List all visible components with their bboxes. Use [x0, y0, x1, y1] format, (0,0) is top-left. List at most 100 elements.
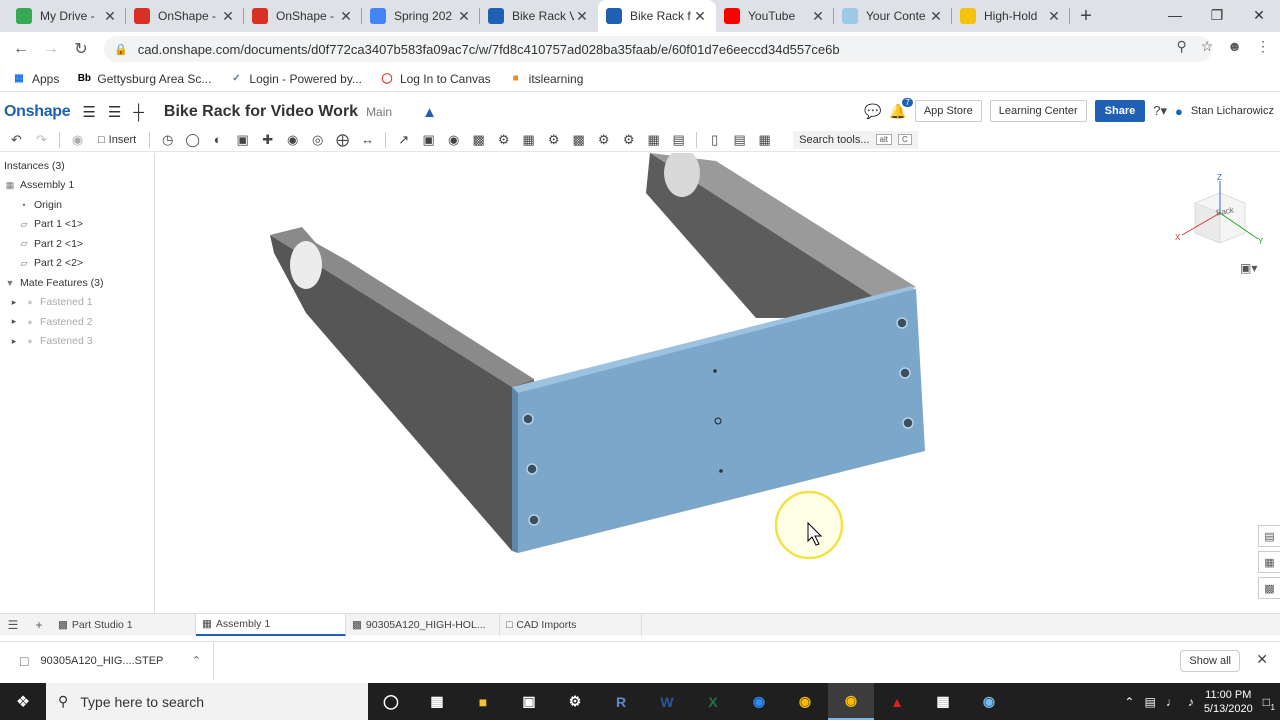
feature-list-icon[interactable]: ☰: [108, 103, 121, 121]
fastened-mate-icon[interactable]: ◯: [182, 130, 203, 150]
minimize-icon[interactable]: —: [1154, 0, 1196, 30]
close-tab-icon[interactable]: ✕: [102, 8, 118, 25]
reload-icon[interactable]: ↻: [66, 39, 96, 59]
document-title[interactable]: Bike Rack for Video Work: [164, 103, 358, 121]
excel-icon[interactable]: X: [690, 683, 736, 720]
url-field[interactable]: 🔒 cad.onshape.com/documents/d0f772ca3407…: [104, 36, 1212, 62]
action-center-icon[interactable]: □ 1: [1263, 695, 1275, 712]
show-all-button[interactable]: Show all: [1180, 650, 1240, 672]
browser-tab[interactable]: Bike Rack f ✕: [598, 0, 716, 32]
bom-panel-icon[interactable]: ▩: [1258, 577, 1280, 599]
tree-item-part[interactable]: ▱ Part 2 <1>: [0, 234, 154, 254]
instances-header[interactable]: Instances (3): [0, 156, 154, 176]
mate-connector-icon[interactable]: ▣: [418, 130, 439, 150]
onshape-logo[interactable]: Onshape: [4, 103, 71, 121]
element-tab[interactable]: □ CAD Imports: [500, 613, 642, 636]
notifications-icon[interactable]: 🔔 7: [889, 97, 913, 120]
browser-tab[interactable]: Your Conte ✕: [834, 0, 952, 32]
configurations-icon[interactable]: ◉: [67, 130, 88, 150]
revit-icon[interactable]: R: [598, 683, 644, 720]
gear-relation-icon[interactable]: ⚙: [493, 130, 514, 150]
element-tab[interactable]: ▦ Assembly 1: [196, 613, 346, 636]
bill-of-materials-icon[interactable]: ▤: [729, 130, 750, 150]
view-cube-menu-icon[interactable]: ▣▾: [1240, 261, 1257, 275]
close-tab-icon[interactable]: ✕: [692, 8, 708, 25]
clock[interactable]: 11:00 PM 5/13/2020: [1204, 688, 1253, 716]
share-button[interactable]: Share: [1094, 100, 1146, 122]
tree-item-mate[interactable]: ▸ ● Fastened 3: [0, 332, 154, 352]
zoom-app-icon[interactable]: ◉: [736, 683, 782, 720]
bookmark-star-icon[interactable]: ☆: [1201, 38, 1214, 55]
calculator-icon[interactable]: ▦: [920, 683, 966, 720]
cylindrical-mate-icon[interactable]: ◉: [282, 130, 303, 150]
add-tab-icon[interactable]: +: [26, 618, 52, 632]
file-explorer-icon[interactable]: ■: [460, 683, 506, 720]
browser-tab[interactable]: OnShape - ✕: [244, 0, 362, 32]
volume-icon[interactable]: ♪: [1188, 695, 1194, 709]
store-icon[interactable]: ▣: [506, 683, 552, 720]
ball-mate-icon[interactable]: ⨁: [332, 130, 353, 150]
browser-tab[interactable]: YouTube ✕: [716, 0, 834, 32]
insert-part-icon[interactable]: ┼: [133, 104, 144, 121]
hamburger-menu-icon[interactable]: ☰: [82, 103, 95, 121]
chrome-icon[interactable]: ◉: [782, 683, 828, 720]
element-tab[interactable]: ▩ 90305A120_HIGH-HOL...: [346, 613, 500, 636]
undo-icon[interactable]: ↶: [6, 130, 27, 150]
wifi-icon[interactable]: ♩: [1166, 695, 1178, 709]
redo-icon[interactable]: ↷: [31, 130, 52, 150]
revolute-mate-icon[interactable]: ◐: [207, 130, 228, 150]
chat-icon[interactable]: 💬: [864, 103, 881, 120]
browser-tab[interactable]: Bike Rack V ✕: [480, 0, 598, 32]
bookmark-item[interactable]: ◯ Log In to Canvas: [380, 72, 490, 86]
chevron-up-icon[interactable]: ⌃: [192, 654, 201, 667]
forward-arrow-icon[interactable]: →: [36, 40, 66, 58]
user-avatar-icon[interactable]: ●: [1175, 104, 1183, 119]
browser-tab[interactable]: Spring 202 ✕: [362, 0, 480, 32]
appearance-panel-icon[interactable]: ▤: [1258, 525, 1280, 547]
graduation-cap-icon[interactable]: ▲: [422, 104, 437, 121]
close-tab-icon[interactable]: ✕: [220, 8, 236, 25]
acrobat-icon[interactable]: ▲: [874, 683, 920, 720]
browser-tab[interactable]: High-Hold ✕: [952, 0, 1070, 32]
tree-item-assembly[interactable]: ▦ Assembly 1: [0, 176, 154, 196]
pattern-icon[interactable]: ▦: [643, 130, 664, 150]
browser-tab[interactable]: OnShape - ✕: [126, 0, 244, 32]
screw-relation-icon[interactable]: ⚙: [543, 130, 564, 150]
chrome-profile-icon[interactable]: ◉: [828, 683, 874, 720]
tree-item-origin[interactable]: • Origin: [0, 195, 154, 215]
bookmark-item[interactable]: ✓ Login - Powered by...: [229, 72, 362, 86]
recorder-icon[interactable]: ◉: [966, 683, 1012, 720]
bookmark-item[interactable]: ■ itslearning: [509, 72, 584, 86]
chevron-right-icon[interactable]: ▸: [8, 316, 20, 327]
bookmark-item[interactable]: Bb Gettysburg Area Sc...: [77, 72, 212, 86]
parallel-mate-icon[interactable]: ↔: [357, 130, 378, 150]
close-tab-icon[interactable]: ✕: [574, 8, 590, 25]
configuration-panel-icon[interactable]: ▦: [1258, 551, 1280, 573]
zoom-icon[interactable]: ⚲: [1176, 38, 1186, 55]
new-tab-button[interactable]: +: [1070, 0, 1102, 32]
measure-icon[interactable]: ▯: [704, 130, 725, 150]
help-icon[interactable]: ?▾: [1153, 103, 1167, 119]
profile-avatar-icon[interactable]: ☻: [1227, 38, 1242, 55]
close-tab-icon[interactable]: ✕: [1046, 8, 1062, 25]
tree-item-part[interactable]: ▱ Part 2 <2>: [0, 254, 154, 274]
relation-icon[interactable]: ▩: [468, 130, 489, 150]
assembly-model[interactable]: [156, 153, 1280, 613]
back-arrow-icon[interactable]: ←: [6, 40, 36, 58]
animate-icon[interactable]: ▦: [754, 130, 775, 150]
close-download-bar-icon[interactable]: ✕: [1256, 651, 1268, 668]
element-tab[interactable]: ▩ Part Studio 1: [52, 613, 196, 636]
tree-item-mate[interactable]: ▸ ● Fastened 2: [0, 312, 154, 332]
linear-relation-icon[interactable]: ▩: [568, 130, 589, 150]
view-cube[interactable]: Back Z X Y: [1170, 173, 1270, 253]
menu-kebab-icon[interactable]: ⋮: [1256, 38, 1270, 55]
app-store-button[interactable]: App Store: [914, 100, 982, 122]
close-tab-icon[interactable]: ✕: [338, 8, 354, 25]
browser-tab[interactable]: My Drive - ✕: [8, 0, 126, 32]
learning-center-button[interactable]: Learning Center: [989, 100, 1087, 122]
maximize-icon[interactable]: ❐: [1196, 0, 1238, 30]
chevron-right-icon[interactable]: ▸: [8, 336, 20, 347]
close-tab-icon[interactable]: ✕: [928, 8, 944, 25]
rack-pinion-icon[interactable]: ▦: [518, 130, 539, 150]
word-icon[interactable]: W: [644, 683, 690, 720]
